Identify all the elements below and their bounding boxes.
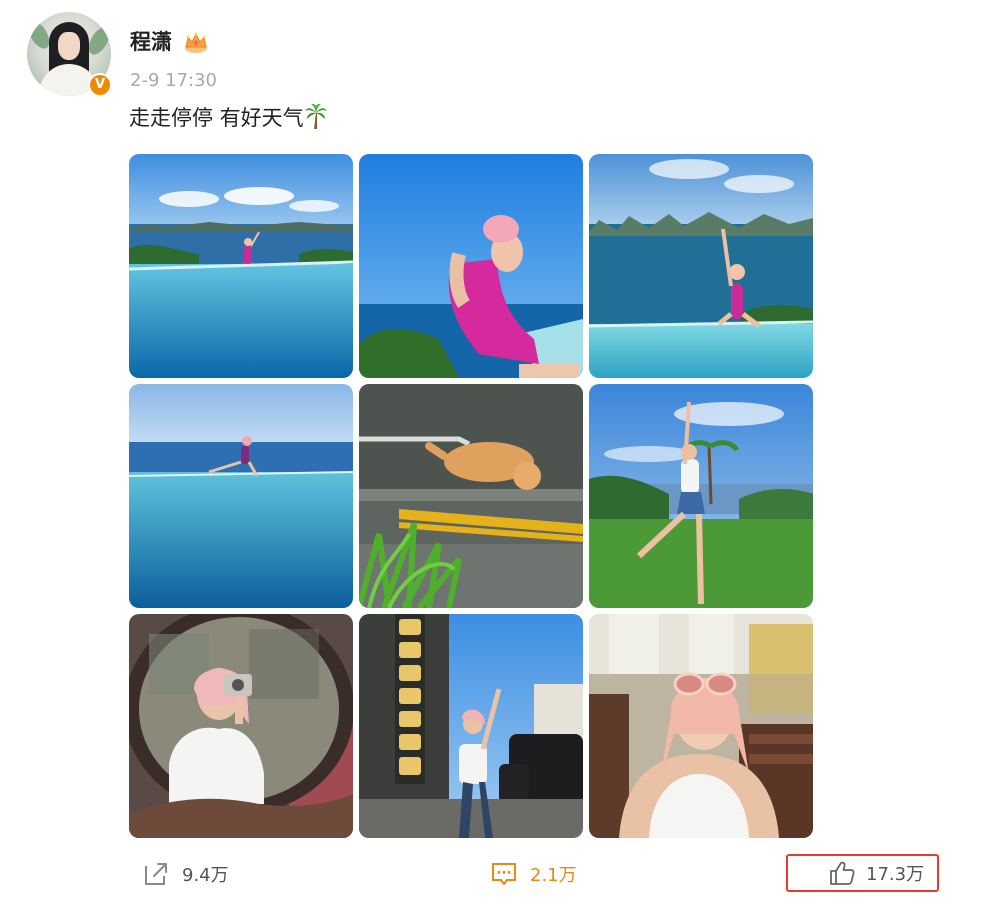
post-text: 走走停停 有好天气 (129, 103, 328, 132)
photo-4-horizon-pool[interactable] (129, 384, 353, 608)
verified-badge-icon: V (88, 73, 112, 97)
photo-9-sunglasses-selfie[interactable] (589, 614, 813, 838)
share-button[interactable]: 9.4万 (142, 859, 229, 889)
photo-6-lawn-jump[interactable] (589, 384, 813, 608)
thumbs-up-icon (830, 861, 855, 885)
author-name[interactable]: 程潇 (130, 29, 172, 55)
comment-count: 2.1万 (530, 865, 577, 886)
photo-2-pink-swimsuit-pose[interactable] (359, 154, 583, 378)
crown-icon[interactable] (183, 30, 209, 54)
photo-7-mirror-selfie[interactable] (129, 614, 353, 838)
share-count: 9.4万 (182, 865, 229, 886)
avatar-face (58, 32, 80, 60)
comment-icon (492, 863, 516, 885)
share-icon (145, 863, 167, 885)
photo-8-street-pose[interactable] (359, 614, 583, 838)
photo-5-sleeping-cat[interactable] (359, 384, 583, 608)
comment-button[interactable]: 2.1万 (490, 859, 577, 889)
like-count: 17.3万 (866, 864, 925, 885)
photo-1-infinity-pool-wave[interactable] (129, 154, 353, 378)
palm-tree-icon (304, 103, 327, 129)
like-button[interactable]: 17.3万 (786, 854, 939, 892)
post-timestamp: 2-9 17:30 (130, 70, 217, 91)
post-text-content: 走走停停 有好天气 (129, 106, 304, 130)
photo-3-pool-with-islands[interactable] (589, 154, 813, 378)
